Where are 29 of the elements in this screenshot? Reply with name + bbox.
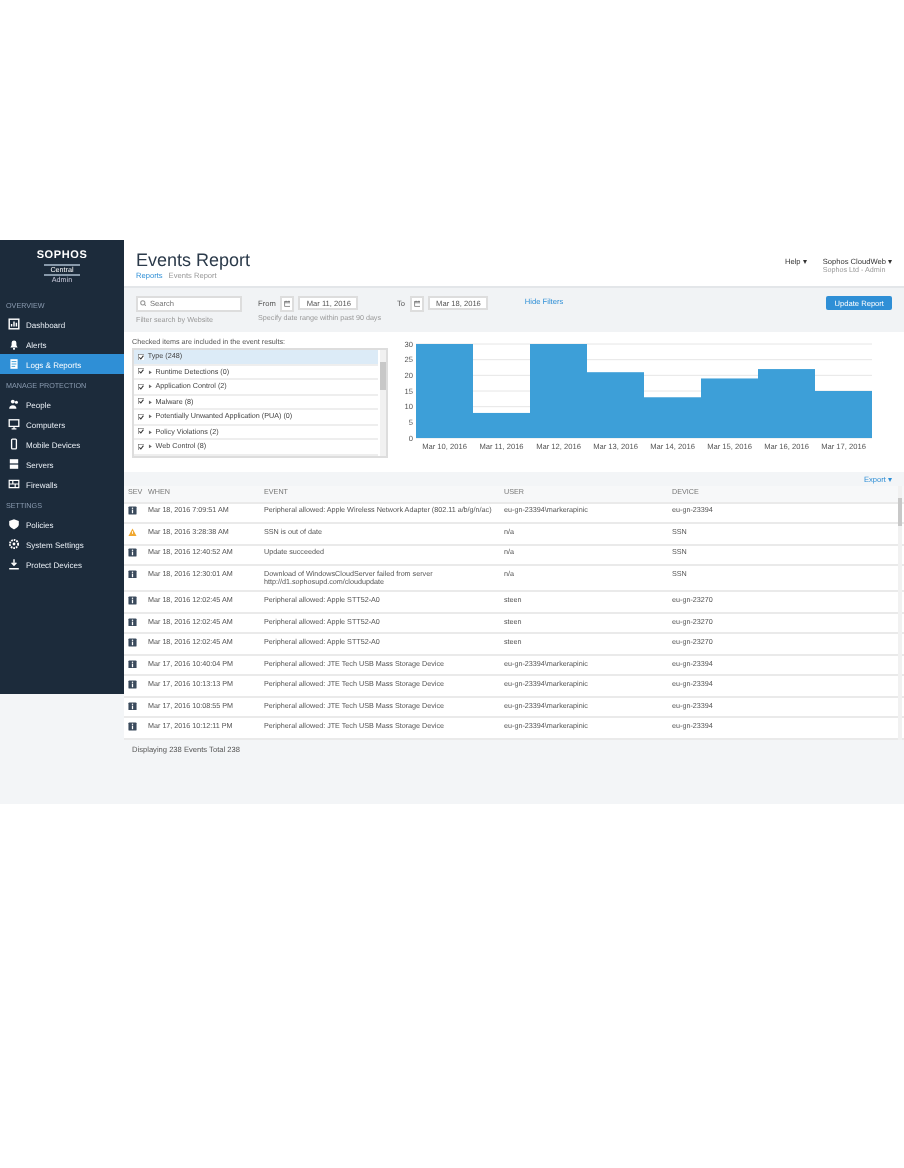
calendar-button[interactable]: [409, 296, 425, 311]
checkbox[interactable]: [138, 428, 145, 435]
checkbox[interactable]: [138, 353, 145, 360]
shield-icon: [8, 518, 20, 530]
wall-icon: [8, 478, 20, 490]
expand-arrow-icon[interactable]: [147, 444, 153, 449]
checkbox[interactable]: [138, 383, 145, 390]
expand-arrow-icon[interactable]: [147, 384, 153, 389]
dashboard-icon: [8, 318, 20, 330]
checkbox[interactable]: [138, 368, 145, 375]
page-title: Events Report: [136, 250, 251, 270]
checkbox[interactable]: [138, 413, 145, 420]
phone-icon: [8, 438, 20, 450]
server-icon: [8, 458, 20, 470]
people-icon: [8, 398, 20, 410]
expand-arrow-icon[interactable]: [147, 369, 153, 374]
checkbox[interactable]: [138, 398, 145, 405]
scrollbar[interactable]: [380, 350, 386, 455]
search-icon: [139, 299, 146, 307]
expand-arrow-icon[interactable]: [147, 429, 153, 434]
settings-icon: [8, 538, 20, 550]
bell-icon: [8, 338, 20, 350]
document-icon: [8, 358, 20, 370]
checkbox[interactable]: [138, 443, 145, 450]
download-icon: [8, 558, 20, 570]
calendar-button[interactable]: [279, 296, 295, 311]
expand-arrow-icon[interactable]: [147, 399, 153, 404]
expand-arrow-icon[interactable]: [147, 414, 153, 419]
monitor-icon: [8, 418, 20, 430]
